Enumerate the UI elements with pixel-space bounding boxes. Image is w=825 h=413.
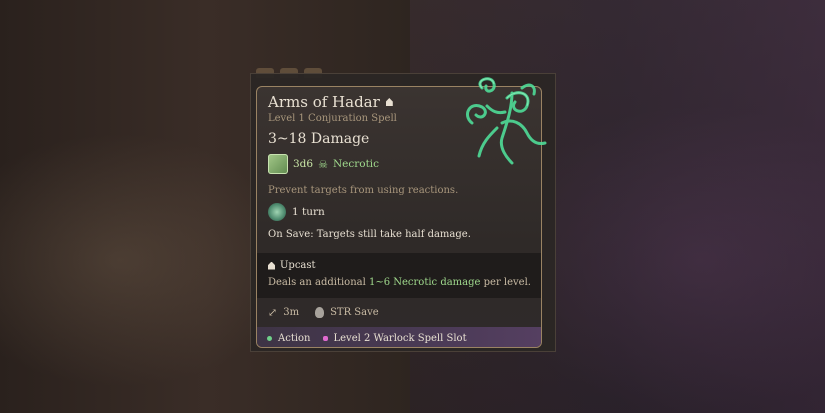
turn-icon (268, 203, 286, 221)
spell-stats-row: ⤢ 3m STR Save (268, 306, 379, 319)
necrotic-dice-icon (268, 154, 288, 174)
damage-range: 3~18 Damage (268, 131, 370, 147)
spell-subtitle: Level 1 Conjuration Spell (268, 113, 397, 124)
range-icon: ⤢ (268, 306, 278, 319)
range-value: 3m (283, 307, 300, 318)
upcast-title: Upcast (280, 260, 316, 271)
action-cost: Action (278, 332, 311, 344)
duration-label: 1 turn (292, 206, 325, 218)
dice-label: 3d6 (293, 158, 314, 170)
strength-save-icon (315, 307, 325, 318)
upcast-icon (268, 261, 275, 270)
spell-title-row: Arms of Hadar (268, 93, 393, 111)
upcast-icon (385, 98, 393, 106)
duration-row: 1 turn (268, 203, 325, 221)
upcast-description: Deals an additional 1~6 Necrotic damage … (268, 277, 531, 288)
spell-slot-cost: Level 2 Warlock Spell Slot (333, 332, 467, 344)
spell-description: Prevent targets from using reactions. (268, 185, 459, 196)
spell-title: Arms of Hadar (268, 93, 380, 111)
save-type: STR Save (330, 307, 379, 318)
action-icon (267, 335, 272, 341)
necrotic-icon: ☠ (318, 157, 328, 171)
upcast-section: Upcast Deals an additional 1~6 Necrotic … (257, 253, 541, 298)
upcast-prefix: Deals an additional (268, 277, 369, 288)
damage-dice-row: 3d6 ☠ Necrotic (268, 154, 379, 174)
damage-type: Necrotic (332, 158, 380, 170)
arms-of-hadar-spell-art (466, 77, 547, 165)
upcast-suffix: per level. (480, 277, 531, 288)
cost-row: Action Level 2 Warlock Spell Slot (257, 327, 541, 347)
on-save-text: On Save: Targets still take half damage. (268, 229, 471, 240)
upcast-title-row: Upcast (268, 260, 316, 271)
spell-slot-icon (322, 335, 328, 341)
upcast-highlight: 1~6 Necrotic damage (368, 277, 481, 288)
